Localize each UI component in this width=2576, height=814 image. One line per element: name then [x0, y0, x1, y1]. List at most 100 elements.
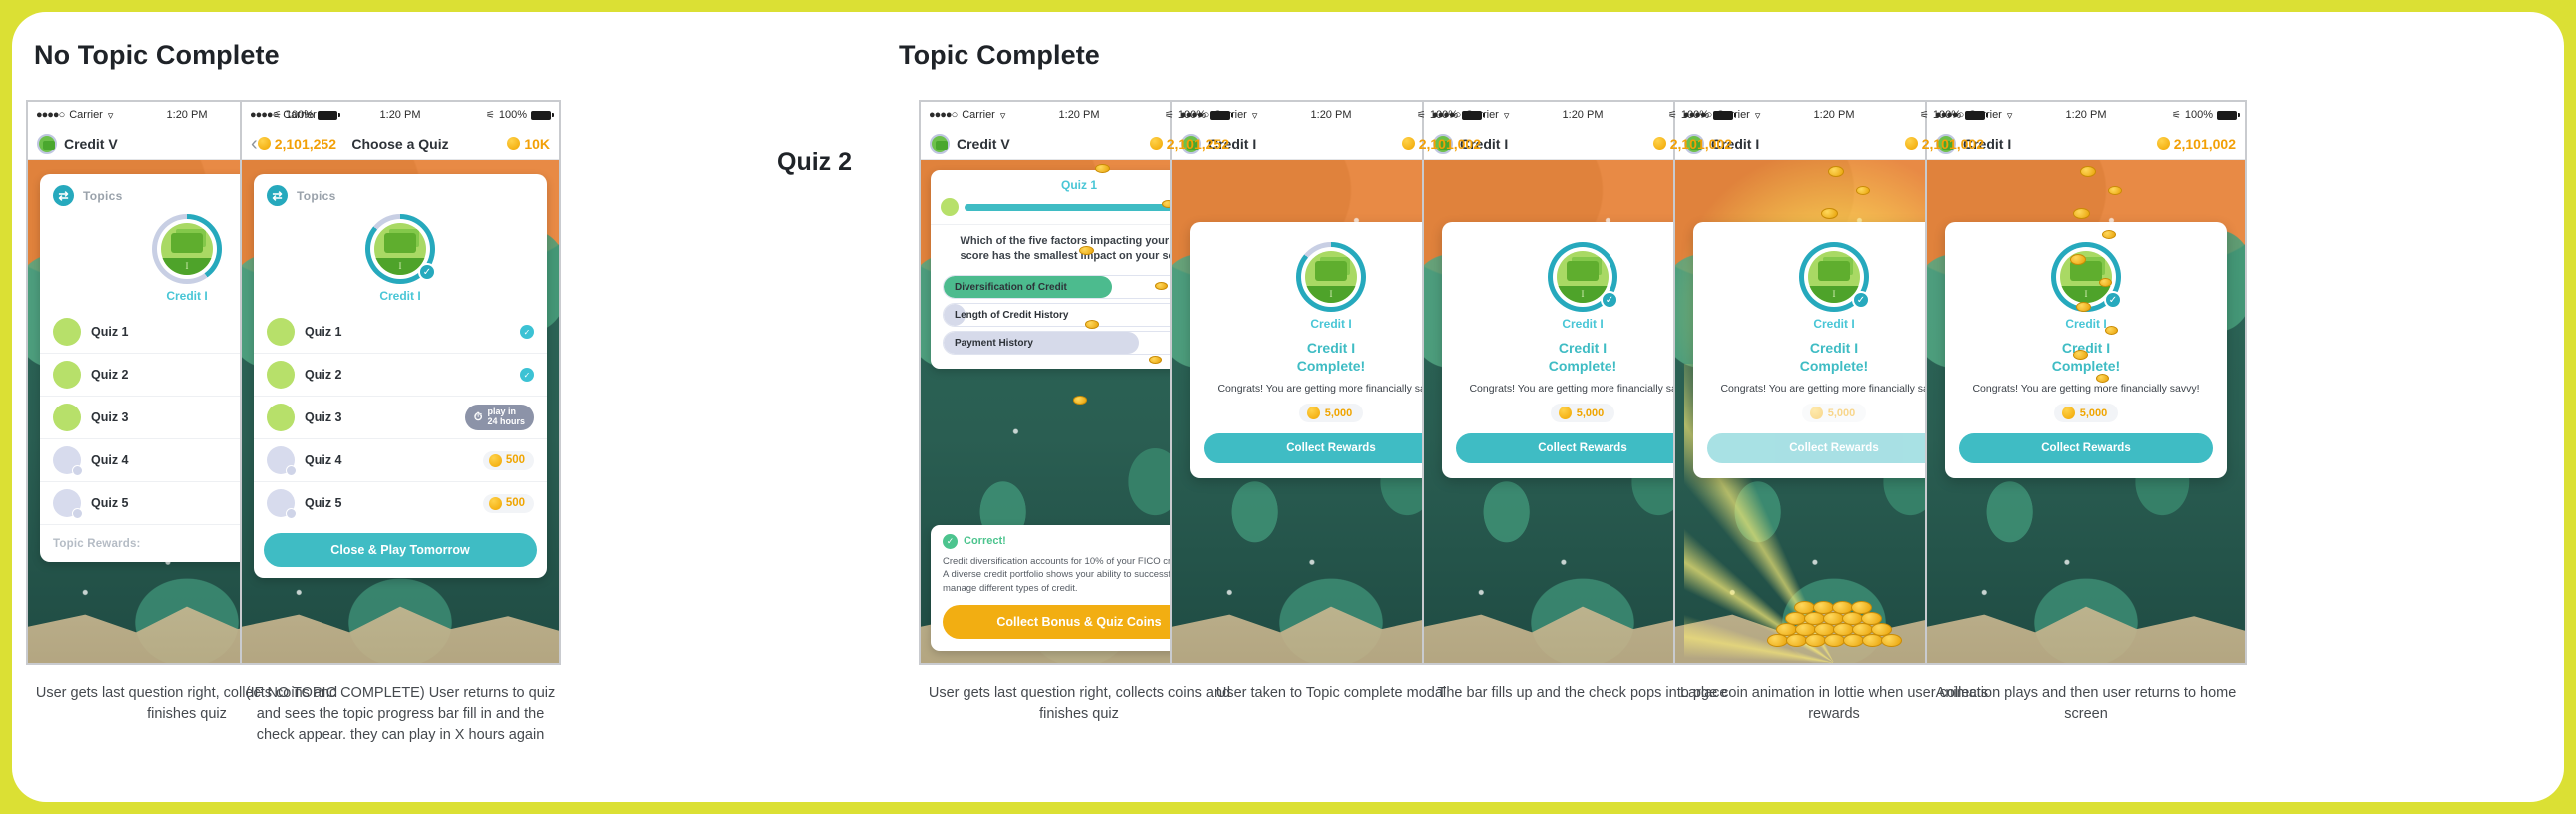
modal-title: Credit I Complete! [2052, 340, 2120, 375]
quiz-wait-badge: ⏱ play in 24 hours [464, 405, 534, 430]
battery-percent: 100% [498, 109, 527, 121]
bluetooth-icon: ⚟ [1164, 109, 1174, 121]
storyboard-frame: No Topic Complete Topic Complete Quiz 2 … [12, 12, 2564, 802]
bluetooth-icon: ⚟ [272, 109, 282, 121]
battery-percent: 100% [1429, 109, 1458, 121]
quiz-list-item[interactable]: Quiz 2 ✓ [254, 353, 547, 396]
coin-balance-value: 2,101,252 [1166, 135, 1229, 152]
quiz-2-label: Quiz 2 [777, 148, 853, 176]
caption-choose-a-quiz: (IF NO TOPIC COMPLETE) User returns to q… [245, 685, 556, 744]
quiz-list-item[interactable]: Quiz 3 ⏱ play in 24 hours [254, 396, 547, 438]
answer-label: Length of Credit History [955, 309, 1069, 321]
battery-icon [1210, 110, 1233, 120]
quiz-label: Quiz 2 [91, 368, 129, 382]
battery-percent: 100% [2184, 109, 2213, 121]
coin-balance-value: 2,101,002 [1921, 135, 1984, 152]
topic-rewards-label: Topic Rewards: [53, 537, 141, 550]
topic-complete-modal: I ✓ Credit I Credit I Complete! Congrats… [1945, 222, 2227, 479]
avatar[interactable] [37, 133, 57, 154]
battery-percent: 100% [285, 109, 314, 121]
coin-icon [1904, 137, 1918, 150]
coin-balance-value: 2,101,002 [2173, 135, 2236, 152]
coin-balance-value: 2,101,252 [274, 135, 336, 152]
modal-subtitle: Congrats! You are getting more financial… [1469, 383, 1696, 395]
coin-icon [488, 453, 502, 467]
coin-icon [1652, 137, 1666, 150]
credit-card-icon: I [161, 223, 213, 275]
topic-badge-title: Credit I [166, 289, 208, 303]
quiz-avatar-icon [53, 361, 81, 389]
quiz-avatar-icon [267, 361, 295, 389]
clock-icon: ⏱ [473, 410, 483, 423]
quiz-avatar-icon [53, 404, 81, 431]
modal-title: Credit I Complete! [1800, 340, 1868, 375]
coin-icon [1306, 407, 1320, 420]
collect-rewards-button[interactable]: Collect Rewards [1959, 433, 2213, 464]
quiz-list-item[interactable]: Quiz 1 ✓ [254, 311, 547, 353]
close-and-play-tomorrow-button[interactable]: Close & Play Tomorrow [264, 533, 537, 567]
topic-badge: I ✓ Credit I [254, 214, 547, 303]
avatar[interactable] [930, 133, 950, 154]
modal-reward-value: 5,000 [1324, 407, 1353, 419]
topic-badge: I ✓ Credit I [1799, 242, 1870, 331]
collect-rewards-button[interactable]: Collect Rewards [1456, 433, 1709, 464]
modal-title: Credit I Complete! [1297, 340, 1365, 375]
quiz-list-item[interactable]: Quiz 5 500 [254, 481, 547, 524]
topic-progress-ring: I ✓ [1548, 242, 1618, 312]
coin-balance: 2,101,002 [1401, 136, 1481, 152]
modal-title-line-2: Complete! [1296, 357, 1366, 374]
badge-check-icon: ✓ [1852, 291, 1870, 309]
coin-balance-value: 10K [524, 135, 550, 152]
phone-screen: ⇄ Topics I ✓ Credit I Quiz 1 ✓ Quiz 2 ✓ [242, 160, 559, 663]
badge-check-icon: ✓ [418, 263, 436, 281]
bluetooth-icon: ⚟ [2171, 109, 2181, 121]
coin-icon [2156, 137, 2170, 150]
collect-rewards-button[interactable]: Collect Rewards [1204, 433, 1458, 464]
modal-title-line-1: Credit I [1558, 340, 1608, 356]
modal-subtitle: Congrats! You are getting more financial… [1972, 383, 2200, 395]
quiz-complete-check-icon: ✓ [520, 325, 534, 339]
topic-badge-title: Credit I [1562, 317, 1604, 331]
quiz-coin-value: 500 [505, 497, 525, 509]
topic-progress-ring: I [152, 214, 222, 284]
badge-numeral: I [1305, 286, 1357, 303]
quiz-avatar-icon [267, 489, 297, 519]
quiz-avatar-icon [941, 198, 959, 216]
topic-badge-title: Credit I [1310, 317, 1352, 331]
quiz-coin-badge: 500 [482, 450, 534, 470]
quiz-label: Quiz 5 [305, 496, 342, 510]
modal-title-line-1: Credit I [1306, 340, 1356, 356]
wait-line-2: 24 hours [487, 416, 525, 426]
lock-icon [286, 508, 297, 519]
page-title: Credit V [64, 135, 118, 152]
topics-header[interactable]: ⇄ Topics [254, 174, 547, 210]
quiz-label: Quiz 5 [91, 496, 129, 510]
quiz-avatar-icon [53, 489, 83, 519]
answer-label: Payment History [955, 337, 1033, 349]
battery-icon [531, 110, 554, 120]
modal-subtitle: Congrats! You are getting more financial… [1217, 383, 1445, 395]
modal-reward-value: 5,000 [1576, 407, 1605, 419]
quiz-avatar-icon [267, 446, 297, 476]
phone-mockup-choose-a-quiz: ●●●●○ Carrier ▿ 1:20 PM ⚟ 100% ‹ Choose … [240, 100, 561, 665]
battery-icon [1965, 110, 1988, 120]
quiz-list-item[interactable]: Quiz 4 500 [254, 438, 547, 481]
topic-badge-title: Credit I [379, 289, 421, 303]
coin-balance: 2,101,002 [2156, 135, 2236, 152]
quiz-progress-bar [965, 203, 1199, 211]
quiz-label: Quiz 3 [91, 410, 129, 424]
topic-badge-title: Credit I [2065, 317, 2107, 331]
battery-icon [2217, 110, 2240, 120]
modal-reward-badge: 5,000 [1550, 404, 1615, 423]
modal-title-line-1: Credit I [2061, 340, 2111, 356]
battery-icon [318, 110, 340, 120]
battery-icon [1713, 110, 1736, 120]
coin-icon [488, 496, 502, 510]
quiz-avatar-icon [267, 318, 295, 346]
quiz-avatar-icon [267, 404, 295, 431]
lock-icon [286, 465, 297, 476]
section-title-topic-complete: Topic Complete [899, 40, 1100, 70]
collect-rewards-button[interactable]: Collect Rewards [1707, 433, 1961, 464]
quiz-list: Quiz 1 ✓ Quiz 2 ✓ Quiz 3 ⏱ play in 24 ho… [254, 311, 547, 524]
phone-mockup-return-home: ●●●●○ Carrier ▿ 1:20 PM ⚟ 100% Credit I … [1925, 100, 2247, 665]
